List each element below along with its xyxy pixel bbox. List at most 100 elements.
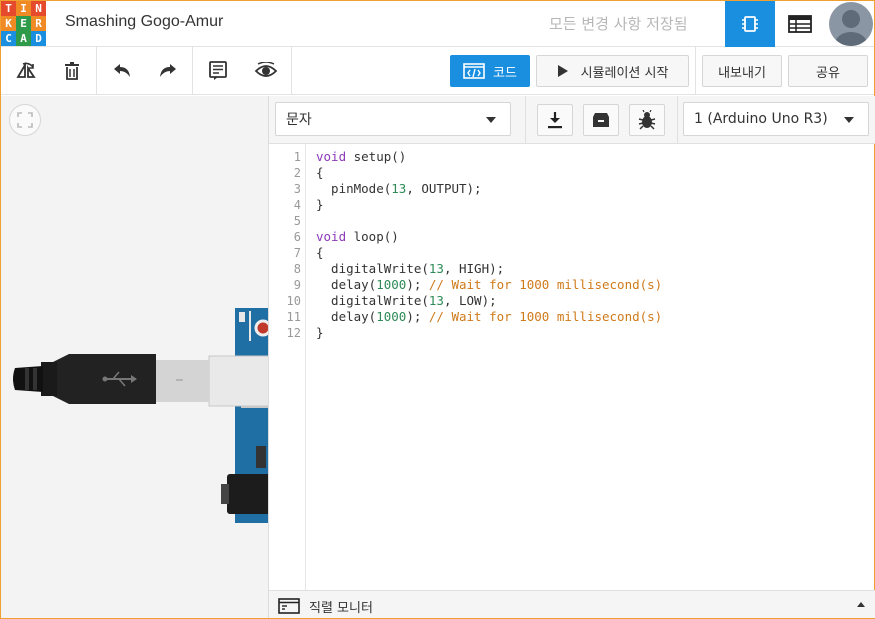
tinkercad-logo[interactable]: TINKERCAD — [1, 1, 47, 47]
download-code-button[interactable] — [537, 104, 573, 136]
circuit-canvas[interactable] — [1, 96, 268, 618]
code-token: } — [316, 197, 324, 212]
export-button[interactable]: 내보내기 — [702, 55, 782, 87]
export-label: 내보내기 — [718, 65, 766, 81]
device-select[interactable]: 1 (Arduino Uno R3) — [683, 102, 869, 136]
code-token: loop() — [346, 229, 399, 244]
line-number: 5 — [293, 214, 301, 228]
code-line[interactable]: delay(1000); // Wait for 1000 millisecon… — [316, 277, 662, 293]
chevron-down-icon — [486, 117, 496, 123]
code-token: 13 — [391, 181, 407, 196]
code-token: , HIGH); — [443, 261, 505, 276]
delete-button[interactable] — [55, 55, 89, 87]
visibility-button[interactable] — [249, 55, 283, 87]
visibility-icon — [254, 62, 278, 77]
code-token: { — [316, 165, 324, 180]
app-header: TINKERCAD Smashing Gogo-Amur 모든 변경 사항 저장… — [1, 1, 874, 47]
code-token: // Wait for 1000 millisecond(s) — [428, 277, 663, 292]
undo-button[interactable] — [105, 55, 139, 87]
line-number: 2 — [293, 166, 301, 180]
code-line[interactable]: digitalWrite(13, LOW); — [316, 293, 662, 309]
line-number: 11 — [286, 310, 301, 324]
toolbar-separator — [192, 47, 193, 95]
code-line[interactable]: pinMode(13, OUTPUT); — [316, 181, 662, 197]
code-editor-panel: 문자 1 (Arduino Uno R3) 1 2 3 4 5 6 7 8 9 … — [268, 96, 875, 618]
code-button-label: 코드 — [493, 65, 517, 81]
code-line[interactable]: { — [316, 165, 662, 181]
code-token: , OUTPUT); — [406, 181, 482, 196]
bug-icon — [638, 110, 656, 130]
debugger-button[interactable] — [629, 104, 665, 136]
code-token: digitalWrite( — [316, 261, 429, 276]
line-number: 10 — [286, 294, 301, 308]
logo-letter: D — [31, 31, 46, 46]
device-select-value: 1 (Arduino Uno R3) — [694, 111, 828, 127]
code-editor[interactable]: 1 2 3 4 5 6 7 8 9 10 11 12 void setup(){ pinMode(13… — [269, 144, 875, 590]
code-token: delay( — [316, 309, 377, 324]
code-icon — [463, 63, 485, 79]
chip-icon — [742, 16, 758, 32]
code-token: void — [316, 149, 347, 164]
serial-monitor-bar[interactable]: 직렬 모니터 — [269, 590, 875, 618]
code-button[interactable]: 코드 — [450, 55, 530, 87]
code-line[interactable]: void setup() — [316, 149, 662, 165]
code-line[interactable]: } — [316, 325, 662, 341]
code-token: 1000 — [376, 309, 407, 324]
code-mode-select[interactable]: 문자 — [275, 102, 511, 136]
toolbar-separator — [695, 47, 696, 95]
undo-icon — [114, 64, 130, 77]
share-label: 공유 — [816, 65, 840, 81]
toolbar-separator — [291, 47, 292, 95]
logo-letter: N — [31, 1, 46, 16]
library-icon — [593, 113, 609, 127]
table-icon — [788, 15, 812, 33]
code-line[interactable]: digitalWrite(13, HIGH); — [316, 261, 662, 277]
download-icon — [548, 112, 562, 129]
chevron-up-icon[interactable] — [857, 602, 865, 607]
logo-letter: T — [1, 1, 16, 16]
code-line[interactable]: { — [316, 245, 662, 261]
arduino-board-and-usb-cable[interactable] — [1, 96, 268, 618]
code-token: // Wait for 1000 millisecond(s) — [428, 309, 663, 324]
start-simulation-button[interactable]: 시뮬레이션 시작 — [536, 55, 689, 87]
save-status: 모든 변경 사항 저장됨 — [549, 15, 688, 33]
code-token: 13 — [428, 261, 444, 276]
line-number-gutter: 1 2 3 4 5 6 7 8 9 10 11 12 — [269, 144, 306, 590]
code-line[interactable] — [316, 213, 662, 229]
code-token: } — [316, 325, 324, 340]
line-number: 1 — [293, 150, 301, 164]
libraries-button[interactable] — [583, 104, 619, 136]
logo-letter: C — [1, 31, 16, 46]
main-toolbar: 코드 시뮬레이션 시작 내보내기 공유 — [1, 47, 874, 95]
line-number: 8 — [293, 262, 301, 276]
user-avatar[interactable] — [829, 2, 873, 46]
code-toolbar: 문자 1 (Arduino Uno R3) — [269, 96, 875, 144]
logo-letter: E — [16, 16, 31, 31]
line-number: 9 — [293, 278, 301, 292]
line-number: 12 — [286, 326, 301, 340]
notes-icon — [209, 61, 227, 80]
component-list-button[interactable] — [775, 1, 825, 47]
code-token: ); — [406, 309, 429, 324]
design-title[interactable]: Smashing Gogo-Amur — [65, 13, 223, 31]
logo-letter: A — [16, 31, 31, 46]
code-token: 13 — [428, 293, 444, 308]
rotate-button[interactable] — [9, 55, 43, 87]
toolbar-separator — [96, 47, 97, 95]
play-icon — [557, 65, 568, 77]
logo-letter: R — [31, 16, 46, 31]
code-lines[interactable]: void setup(){ pinMode(13, OUTPUT);} void … — [316, 149, 662, 341]
code-line[interactable]: void loop() — [316, 229, 662, 245]
share-button[interactable]: 공유 — [788, 55, 868, 87]
redo-icon — [160, 64, 176, 77]
toolbar-separator — [677, 96, 678, 144]
notes-button[interactable] — [201, 55, 235, 87]
line-number: 4 — [293, 198, 301, 212]
code-token: , LOW); — [443, 293, 497, 308]
circuit-view-button[interactable] — [725, 1, 775, 47]
redo-button[interactable] — [151, 55, 185, 87]
code-line[interactable]: delay(1000); // Wait for 1000 millisecon… — [316, 309, 662, 325]
logo-letter: K — [1, 16, 16, 31]
code-line[interactable]: } — [316, 197, 662, 213]
line-number: 6 — [293, 230, 301, 244]
